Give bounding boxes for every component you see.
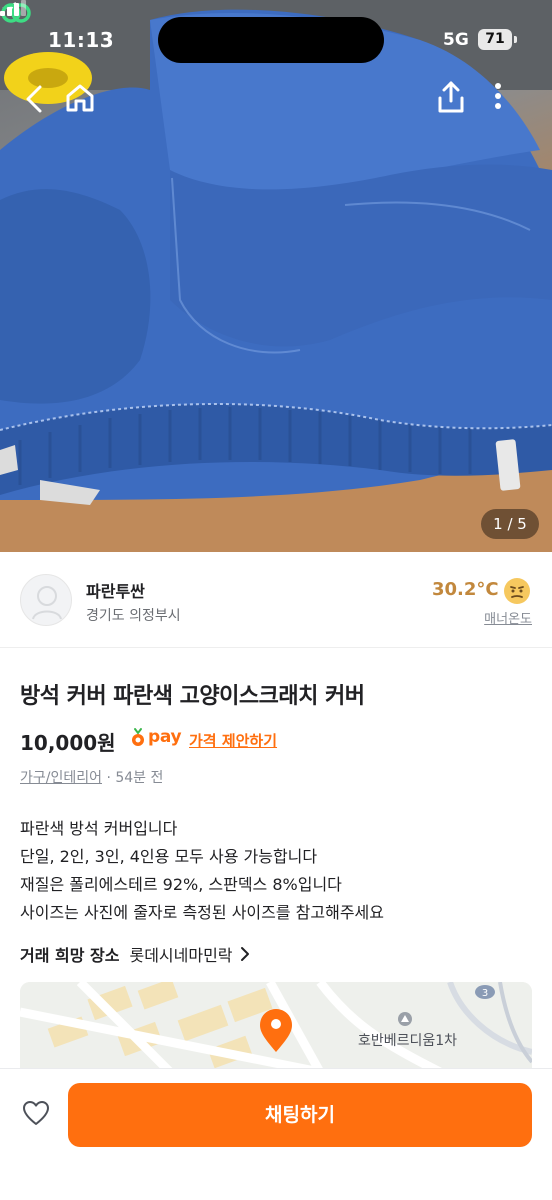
avatar[interactable] bbox=[20, 574, 72, 626]
chevron-right-icon bbox=[240, 947, 249, 961]
dynamic-island bbox=[158, 17, 384, 63]
share-icon bbox=[438, 81, 464, 113]
meeting-place-map[interactable]: 3 호반베르디움1차 bbox=[20, 982, 532, 1072]
map-image: 3 bbox=[20, 982, 532, 1072]
avatar-placeholder-icon bbox=[32, 586, 62, 620]
share-button[interactable] bbox=[436, 80, 470, 118]
description-line: 단일, 2인, 3인, 4인용 모두 사용 가능합니다 bbox=[20, 847, 318, 866]
posted-time: 54분 전 bbox=[115, 770, 164, 786]
price-offer-link[interactable]: 가격 제안하기 bbox=[189, 730, 277, 751]
bottom-action-bar: 채팅하기 bbox=[0, 1068, 552, 1200]
more-button[interactable] bbox=[494, 82, 522, 116]
seller-profile[interactable]: 파란투싼 경기도 의정부시 30.2°C 매너온도 bbox=[0, 552, 552, 648]
manner-face-icon bbox=[504, 578, 530, 604]
description-line: 재질은 폴리에스테르 92%, 스판덱스 8%입니다 bbox=[20, 875, 342, 894]
carrot-pay-icon bbox=[132, 728, 144, 746]
back-button[interactable] bbox=[24, 84, 54, 116]
battery-icon: 71 bbox=[478, 29, 512, 50]
meeting-place-label: 거래 희망 장소 bbox=[20, 946, 120, 965]
description-line: 사이즈는 사진에 줄자로 측정된 사이즈를 참고해주세요 bbox=[20, 903, 384, 922]
status-time: 11:13 bbox=[48, 28, 115, 52]
product-meta: 가구/인테리어 · 54분 전 bbox=[20, 767, 163, 787]
meeting-place-row[interactable]: 거래 희망 장소 롯데시네마민락 bbox=[20, 942, 251, 966]
product-title: 방석 커버 파란색 고양이스크래치 커버 bbox=[20, 684, 365, 709]
signal-icon bbox=[0, 0, 26, 16]
product-description: 파란색 방석 커버입니다 단일, 2인, 3인, 4인용 모두 사용 가능합니다… bbox=[20, 815, 532, 927]
status-bar: 11:13 5G 71 bbox=[0, 0, 552, 84]
map-poi-label: 호반베르디움1차 bbox=[358, 1033, 458, 1049]
meeting-place-name: 롯데시네마민락 bbox=[129, 946, 233, 965]
more-icon bbox=[495, 83, 501, 109]
heart-icon bbox=[23, 1101, 49, 1125]
carrot-pay-badge: pay bbox=[130, 727, 182, 747]
manner-temperature: 30.2°C bbox=[432, 579, 499, 600]
like-button[interactable] bbox=[18, 1095, 54, 1131]
network-type: 5G bbox=[443, 30, 469, 50]
seller-region: 경기도 의정부시 bbox=[86, 608, 181, 624]
photo-counter: 1 / 5 bbox=[481, 509, 539, 539]
seller-name[interactable]: 파란투싼 bbox=[86, 578, 145, 602]
category-link[interactable]: 가구/인테리어 bbox=[20, 770, 102, 786]
home-button[interactable] bbox=[64, 82, 100, 118]
manner-temperature-link[interactable]: 매너온도 bbox=[484, 608, 532, 627]
chat-button[interactable]: 채팅하기 bbox=[68, 1083, 532, 1147]
back-icon bbox=[26, 85, 42, 113]
road-badge: 3 bbox=[482, 988, 488, 999]
pay-label: pay bbox=[148, 727, 182, 747]
home-icon bbox=[66, 84, 94, 112]
battery-tip bbox=[514, 36, 517, 43]
description-line: 파란색 방석 커버입니다 bbox=[20, 819, 178, 838]
product-price: 10,000원 bbox=[20, 731, 116, 755]
product-photo[interactable]: 11:13 5G 71 1 / 5 bbox=[0, 0, 552, 552]
